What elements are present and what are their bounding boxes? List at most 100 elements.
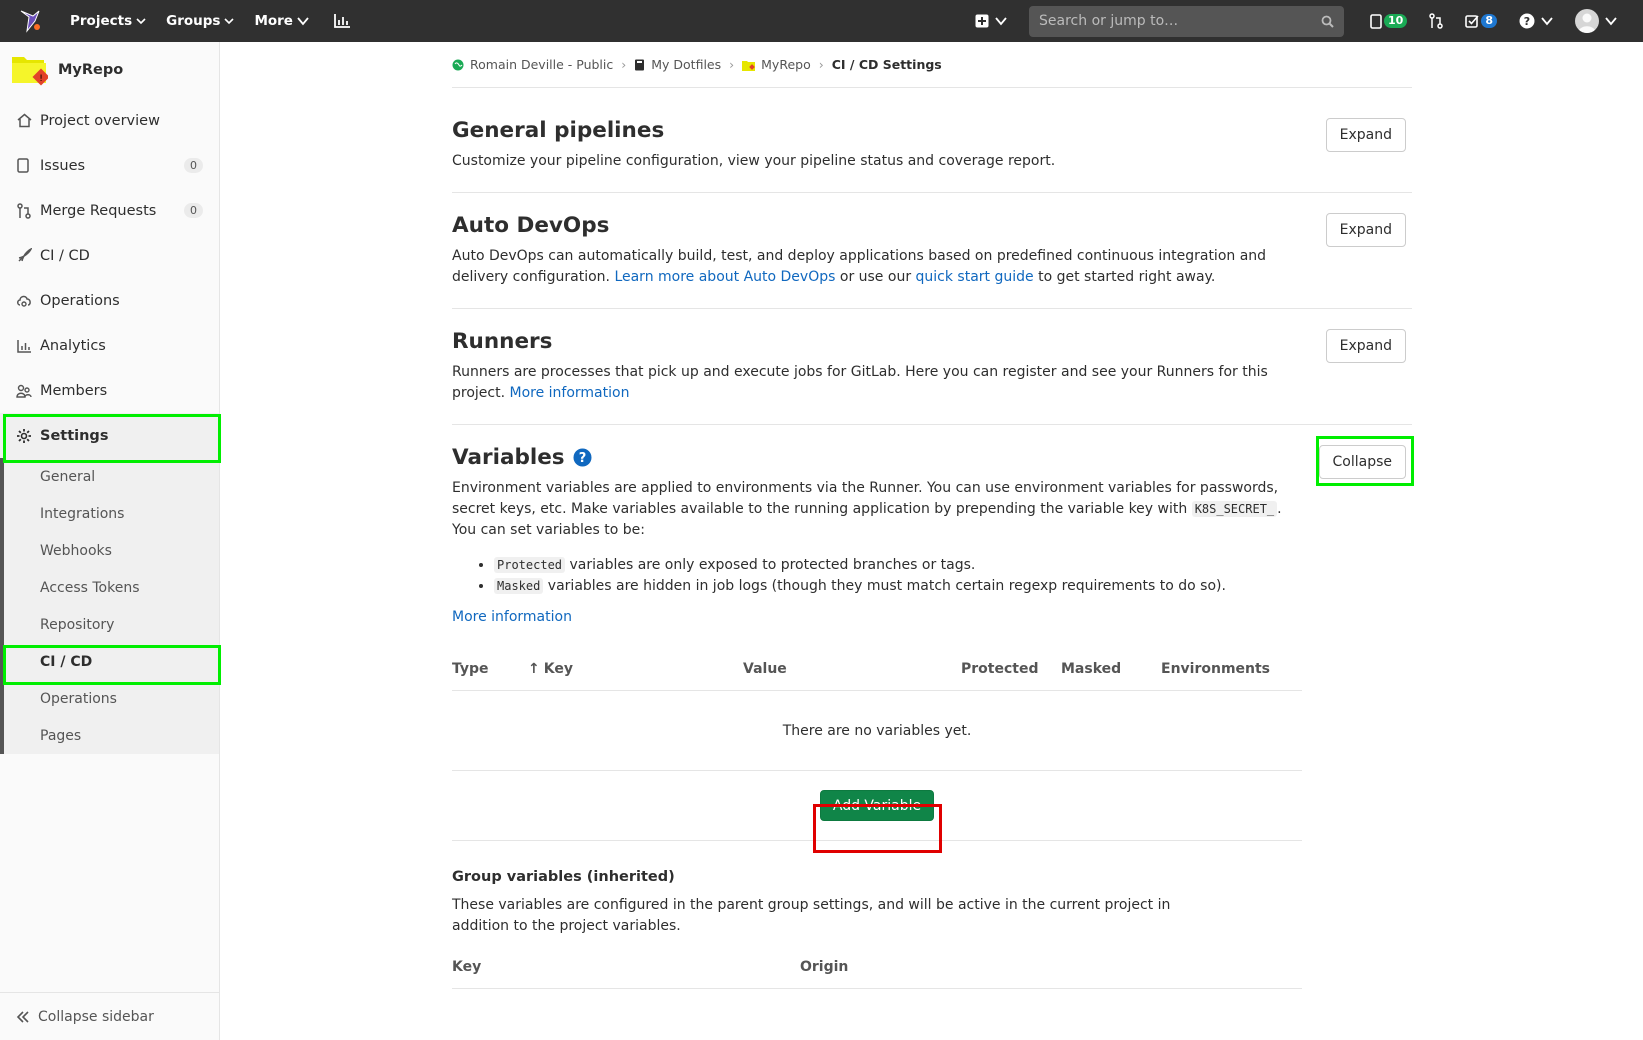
breadcrumb-project-label: MyRepo bbox=[761, 57, 811, 72]
sidebar-subitem-access-tokens[interactable]: Access Tokens bbox=[4, 569, 219, 606]
column-header-key[interactable]: ↑ Key bbox=[528, 661, 743, 677]
projects-dropdown[interactable]: Projects bbox=[70, 13, 146, 29]
group-variables-description: These variables are configured in the pa… bbox=[452, 897, 1171, 934]
list-item-text: variables are only exposed to protected … bbox=[565, 557, 976, 573]
column-header-masked[interactable]: Masked bbox=[1061, 661, 1161, 677]
section-title: General pipelines bbox=[452, 118, 665, 143]
sidebar-item-label: Members bbox=[40, 382, 108, 399]
help-icon: ? bbox=[1519, 13, 1535, 29]
sidebar-item-label: Merge Requests bbox=[40, 202, 157, 219]
desc-text: Environment variables are applied to env… bbox=[452, 480, 1279, 517]
desc-text: to get started right away. bbox=[1033, 269, 1216, 285]
issues-nav-button[interactable]: 10 bbox=[1370, 13, 1408, 29]
sidebar-subitem-ci-cd[interactable]: CI / CD bbox=[4, 643, 219, 680]
column-header-origin[interactable]: Origin bbox=[800, 959, 848, 975]
todos-nav-button[interactable]: 8 bbox=[1465, 14, 1497, 28]
main-content: Romain Deville - Public › My Dotfiles › … bbox=[452, 42, 1412, 989]
search-icon bbox=[1321, 15, 1334, 28]
group-variables-table-header: Key Origin bbox=[452, 945, 1302, 989]
section-description: Customize your pipeline configuration, v… bbox=[452, 153, 1056, 169]
project-name: MyRepo bbox=[58, 62, 124, 78]
sidebar-subitem-webhooks[interactable]: Webhooks bbox=[4, 532, 219, 569]
search-box[interactable] bbox=[1029, 5, 1345, 37]
column-header-key[interactable]: Key bbox=[452, 959, 800, 975]
sidebar-item-label: CI / CD bbox=[40, 247, 90, 264]
expand-auto-devops-button[interactable]: Expand bbox=[1325, 213, 1406, 247]
column-header-value[interactable]: Value bbox=[743, 661, 961, 677]
issues-icon bbox=[1370, 13, 1382, 29]
breadcrumb-separator: › bbox=[621, 57, 627, 72]
chevron-down-icon bbox=[995, 17, 1007, 26]
column-header-type[interactable]: Type bbox=[452, 661, 528, 677]
sidebar-item-members[interactable]: Members bbox=[0, 368, 219, 413]
sidebar-item-analytics[interactable]: Analytics bbox=[0, 323, 219, 368]
gitlab-logo-icon[interactable] bbox=[16, 6, 46, 36]
sidebar-subitem-repository[interactable]: Repository bbox=[4, 606, 219, 643]
add-variable-button[interactable]: Add Variable bbox=[819, 790, 935, 821]
help-dropdown[interactable]: ? bbox=[1519, 13, 1553, 29]
users-icon bbox=[16, 383, 32, 399]
variables-more-information-link[interactable]: More information bbox=[452, 609, 572, 625]
sidebar-subitem-general[interactable]: General bbox=[4, 458, 219, 495]
collapse-sidebar-button[interactable]: Collapse sidebar bbox=[0, 992, 219, 1040]
sidebar-subitem-integrations[interactable]: Integrations bbox=[4, 495, 219, 532]
user-menu-dropdown[interactable] bbox=[1575, 9, 1617, 33]
sidebar-subitem-operations[interactable]: Operations bbox=[4, 680, 219, 717]
quick-start-guide-link[interactable]: quick start guide bbox=[916, 269, 1034, 285]
variable-types-list: Protected variables are only exposed to … bbox=[494, 555, 1412, 597]
empty-state-text: There are no variables yet. bbox=[782, 722, 972, 739]
breadcrumb-project[interactable]: MyRepo bbox=[742, 57, 811, 72]
svg-text:?: ? bbox=[1524, 15, 1530, 28]
expand-general-pipelines-button[interactable]: Expand bbox=[1325, 118, 1406, 152]
breadcrumb-current[interactable]: CI / CD Settings bbox=[832, 57, 942, 72]
sidebar-item-ci-cd[interactable]: CI / CD bbox=[0, 233, 219, 278]
group-variables-title: Group variables (inherited) bbox=[452, 869, 675, 885]
sidebar-item-settings[interactable]: Settings bbox=[0, 413, 219, 458]
protected-code: Protected bbox=[494, 557, 566, 573]
sidebar-item-operations[interactable]: Operations bbox=[0, 278, 219, 323]
breadcrumb-group[interactable]: My Dotfiles bbox=[634, 57, 721, 72]
runners-more-information-link[interactable]: More information bbox=[510, 385, 630, 401]
breadcrumb-owner-label: Romain Deville - Public bbox=[470, 57, 614, 72]
section-description: Environment variables are applied to env… bbox=[452, 478, 1297, 541]
learn-more-auto-devops-link[interactable]: Learn more about Auto DevOps bbox=[614, 269, 835, 285]
chevron-down-icon bbox=[297, 17, 309, 26]
search-input[interactable] bbox=[1039, 13, 1300, 29]
sidebar-item-project-overview[interactable]: Project overview bbox=[0, 98, 219, 143]
empty-variables-row: There are no variables yet. bbox=[452, 691, 1302, 771]
add-variable-row: Add Variable bbox=[452, 771, 1302, 841]
variables-title-row: Variables ? bbox=[452, 445, 1412, 470]
sidebar-item-label: Settings bbox=[40, 427, 109, 444]
variables-table: Type ↑ Key Value Protected Masked Enviro… bbox=[452, 647, 1302, 841]
activity-chart-icon[interactable] bbox=[329, 13, 351, 29]
sidebar-item-issues[interactable]: Issues 0 bbox=[0, 143, 219, 188]
group-book-icon bbox=[634, 59, 645, 71]
chevron-down-icon bbox=[1605, 17, 1617, 26]
groups-label: Groups bbox=[166, 13, 221, 29]
plus-square-icon bbox=[975, 14, 989, 28]
sidebar-subitem-label: Integrations bbox=[40, 505, 125, 522]
new-item-dropdown[interactable] bbox=[975, 14, 1007, 28]
collapse-variables-button[interactable]: Collapse bbox=[1318, 445, 1406, 479]
help-question-icon[interactable]: ? bbox=[573, 448, 592, 467]
expand-runners-button[interactable]: Expand bbox=[1325, 329, 1406, 363]
column-header-environments[interactable]: Environments bbox=[1161, 661, 1291, 677]
sidebar-item-merge-requests[interactable]: Merge Requests 0 bbox=[0, 188, 219, 233]
more-dropdown[interactable]: More bbox=[254, 13, 309, 29]
project-header[interactable]: ! MyRepo bbox=[0, 42, 219, 98]
groups-dropdown[interactable]: Groups bbox=[166, 13, 235, 29]
breadcrumb-owner[interactable]: Romain Deville - Public bbox=[452, 57, 613, 72]
section-title: Runners bbox=[452, 329, 553, 354]
merge-requests-nav-button[interactable] bbox=[1429, 13, 1444, 29]
sidebar-subitem-pages[interactable]: Pages bbox=[4, 717, 219, 754]
sidebar-item-label: Project overview bbox=[40, 112, 160, 129]
cloud-gear-icon bbox=[16, 293, 32, 309]
chevron-down-icon bbox=[224, 18, 235, 25]
rocket-icon bbox=[16, 248, 32, 264]
section-description: Runners are processes that pick up and e… bbox=[452, 362, 1282, 404]
column-header-protected[interactable]: Protected bbox=[961, 661, 1061, 677]
sidebar-item-label: Issues bbox=[40, 157, 86, 174]
projects-label: Projects bbox=[70, 13, 133, 29]
project-avatar-icon bbox=[742, 59, 756, 71]
home-icon bbox=[16, 113, 32, 129]
